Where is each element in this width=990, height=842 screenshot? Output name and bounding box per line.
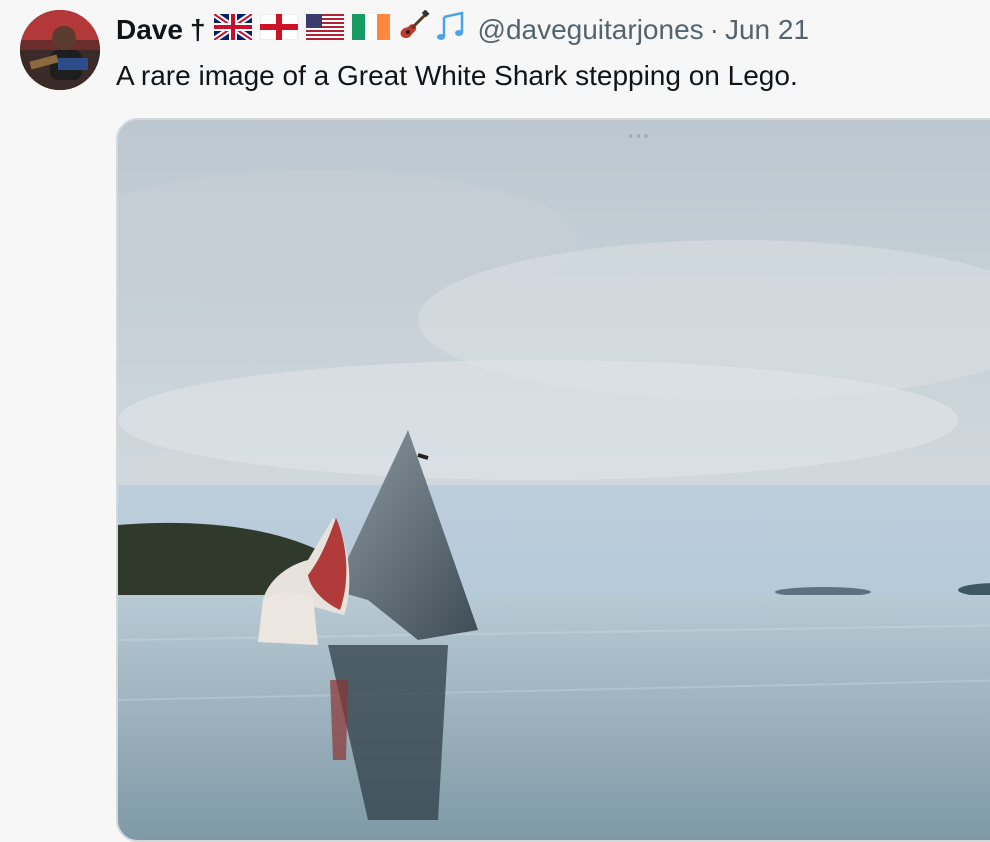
england-flag-icon <box>259 13 299 47</box>
author-handle[interactable]: @daveguitarjones <box>478 14 704 46</box>
tweet-media[interactable]: ··· <box>116 118 990 842</box>
tweet-date[interactable]: Jun 21 <box>725 14 809 46</box>
avatar[interactable] <box>20 10 100 90</box>
author-name[interactable]: Dave <box>116 14 183 46</box>
author-dagger: † <box>189 14 206 45</box>
media-more-icon[interactable]: ··· <box>628 126 651 149</box>
tweet-text: A rare image of a Great White Shark step… <box>116 60 798 91</box>
us-flag-icon <box>305 13 344 47</box>
music-notes-icon <box>436 10 466 50</box>
guitar-icon <box>396 8 430 51</box>
tweet-header: Dave † @daveguitarjones · Jun 21 <box>116 8 809 51</box>
ireland-flag-icon <box>351 13 390 47</box>
separator-dot: · <box>709 14 719 45</box>
uk-flag-icon <box>211 11 254 47</box>
